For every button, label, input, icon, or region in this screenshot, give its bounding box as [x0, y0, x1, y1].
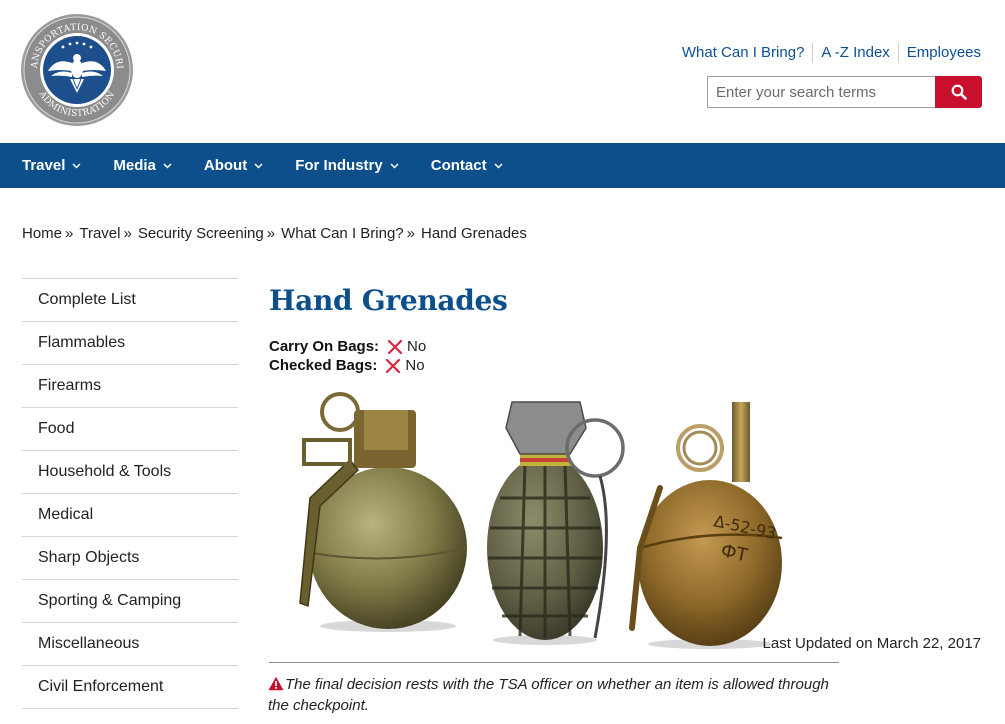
nav-for-industry[interactable]: For Industry — [295, 157, 399, 174]
sidebar-item-firearms[interactable]: Firearms — [22, 365, 238, 408]
sidebar-item-civil-enforcement[interactable]: Civil Enforcement — [22, 666, 238, 709]
content-divider — [269, 662, 839, 663]
disclaimer-text: The final decision rests with the TSA of… — [268, 676, 829, 714]
sidebar-item-food[interactable]: Food — [22, 408, 238, 451]
sidebar-item-medical[interactable]: Medical — [22, 494, 238, 537]
tsa-seal-logo[interactable]: TRANSPORTATION SECURITY ADMINISTRATION — [20, 13, 134, 127]
nav-contact[interactable]: Contact — [431, 157, 503, 174]
checked-bags-status: Checked Bags: No — [269, 357, 425, 374]
breadcrumb-current: Hand Grenades — [420, 225, 527, 242]
breadcrumb-separator: » — [266, 225, 276, 242]
breadcrumb-security-screening[interactable]: Security Screening — [138, 225, 264, 242]
breadcrumb-what-can-i-bring[interactable]: What Can I Bring? — [281, 225, 404, 242]
a-z-index-link[interactable]: A -Z Index — [812, 43, 897, 63]
search-icon — [951, 84, 967, 100]
x-mark-icon — [387, 339, 403, 355]
hand-grenades-image: Δ-52-93 ФТ — [299, 392, 783, 649]
main-nav: Travel Media About For Industry Contact — [0, 143, 1005, 188]
warning-icon — [268, 676, 284, 696]
nav-label: For Industry — [295, 157, 383, 174]
sidebar-nav: Complete List Flammables Firearms Food H… — [22, 278, 238, 709]
site-header: TRANSPORTATION SECURITY ADMINISTRATION W… — [0, 0, 1005, 143]
checked-bags-value: No — [405, 357, 425, 374]
nav-media[interactable]: Media — [113, 157, 172, 174]
chevron-down-icon — [254, 162, 263, 169]
nav-label: Travel — [22, 157, 66, 174]
round-grenade — [299, 392, 467, 632]
oval-grenade: Δ-52-93 ФТ — [629, 402, 783, 649]
breadcrumb-separator: » — [65, 225, 74, 242]
nav-travel[interactable]: Travel — [22, 157, 81, 174]
sidebar-item-flammables[interactable]: Flammables — [22, 322, 238, 365]
disclaimer-note: The final decision rests with the TSA of… — [268, 675, 848, 715]
checked-bags-label: Checked Bags: — [269, 357, 378, 374]
carry-on-status: Carry On Bags: No — [269, 338, 426, 355]
carry-on-label: Carry On Bags: — [269, 338, 380, 355]
search-input[interactable] — [707, 76, 935, 108]
chevron-down-icon — [163, 162, 172, 169]
what-can-i-bring-link[interactable]: What Can I Bring? — [674, 43, 813, 63]
nav-label: Media — [113, 157, 156, 174]
sidebar-item-sporting-camping[interactable]: Sporting & Camping — [22, 580, 238, 623]
chevron-down-icon — [390, 162, 399, 169]
breadcrumb-home[interactable]: Home — [22, 225, 62, 242]
search-button[interactable] — [935, 76, 982, 108]
nav-label: Contact — [430, 157, 487, 174]
sidebar-item-miscellaneous[interactable]: Miscellaneous — [22, 623, 238, 666]
nav-about[interactable]: About — [204, 157, 263, 174]
x-mark-icon — [385, 358, 401, 374]
search-form — [707, 76, 982, 108]
nav-label: About — [203, 157, 248, 174]
carry-on-value: No — [407, 338, 427, 355]
pineapple-grenade — [487, 401, 625, 645]
sidebar-item-sharp-objects[interactable]: Sharp Objects — [22, 537, 238, 580]
breadcrumb-travel[interactable]: Travel — [79, 225, 120, 242]
sidebar-item-complete-list[interactable]: Complete List — [22, 279, 238, 322]
page-title: Hand Grenades — [269, 284, 508, 317]
chevron-down-icon — [494, 162, 503, 169]
breadcrumb-separator: » — [123, 225, 132, 242]
utility-links: What Can I Bring? A -Z Index Employees — [674, 43, 981, 63]
sidebar-item-household-tools[interactable]: Household & Tools — [22, 451, 238, 494]
breadcrumb: Home » Travel » Security Screening » Wha… — [22, 225, 527, 242]
last-updated: Last Updated on March 22, 2017 — [762, 635, 981, 652]
chevron-down-icon — [72, 162, 81, 169]
breadcrumb-separator: » — [406, 225, 415, 242]
employees-link[interactable]: Employees — [897, 43, 981, 63]
